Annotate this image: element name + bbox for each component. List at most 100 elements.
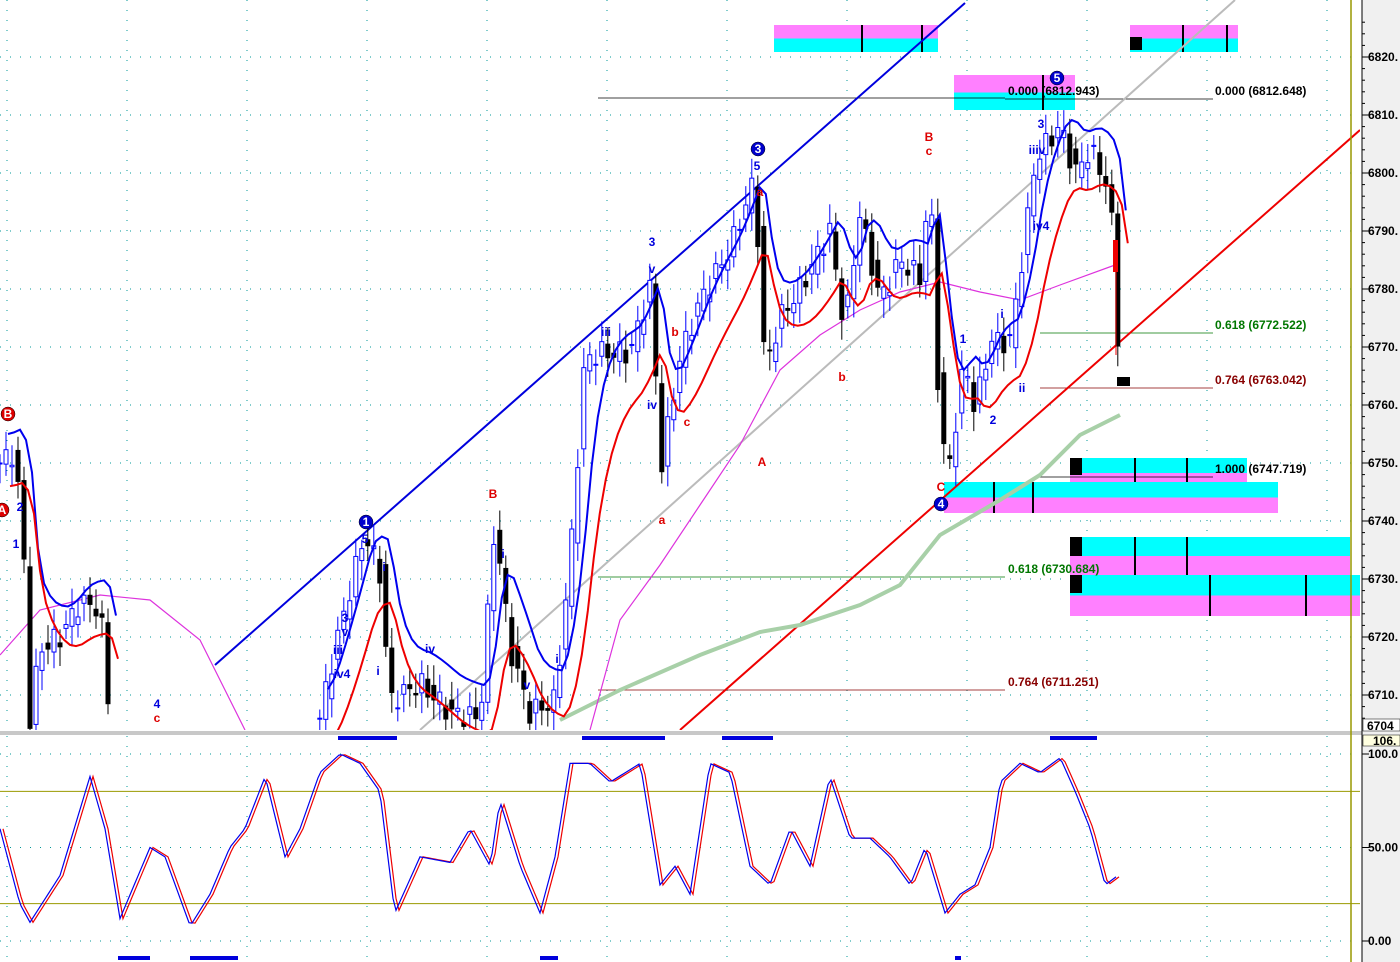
candle xyxy=(743,204,749,220)
candle xyxy=(659,383,665,473)
candle xyxy=(455,707,461,712)
candle xyxy=(347,600,353,620)
candle xyxy=(1055,127,1061,139)
candle xyxy=(1025,207,1031,256)
wave-circle-label: 1 xyxy=(363,515,370,529)
candle xyxy=(599,341,605,357)
candle xyxy=(905,269,911,276)
candle xyxy=(833,231,839,270)
candle xyxy=(0,462,3,465)
axis-tick-label: 0.00 xyxy=(1368,934,1392,948)
zone-marker xyxy=(1070,537,1082,556)
candle xyxy=(533,698,539,714)
candle xyxy=(1085,162,1091,170)
candle xyxy=(449,699,455,710)
candle xyxy=(81,594,87,604)
candle xyxy=(935,218,941,391)
wave-label: a xyxy=(659,513,666,527)
candle xyxy=(99,613,105,618)
wave-label: c xyxy=(926,144,933,158)
candle xyxy=(75,616,81,626)
wave-circle-label: A xyxy=(0,503,7,517)
candle xyxy=(575,467,581,544)
wave-label: c xyxy=(684,415,691,429)
zone-marker xyxy=(1130,37,1142,50)
candle xyxy=(1049,135,1055,147)
candle xyxy=(737,228,743,231)
wave-label: b xyxy=(671,325,678,339)
candle xyxy=(1097,152,1103,175)
wave-label: iiiv xyxy=(1029,143,1046,157)
candle xyxy=(491,543,497,612)
signal-marker xyxy=(1050,736,1097,740)
fib-label: 1.000 (6747.719) xyxy=(1215,462,1306,476)
candle xyxy=(27,566,33,729)
wave-label: 2 xyxy=(990,413,997,427)
candle xyxy=(785,307,791,311)
axis-tick-label: 6760. xyxy=(1368,398,1398,412)
axis-tick-label: 6730. xyxy=(1368,572,1398,586)
candle xyxy=(539,700,545,711)
fib-label: 0.000 (6812.648) xyxy=(1215,84,1306,98)
candle xyxy=(479,701,485,721)
wave-label: i xyxy=(555,652,558,666)
wave-label: iv xyxy=(425,642,435,656)
candle xyxy=(395,707,401,710)
candle xyxy=(797,277,803,304)
wave-label: iii xyxy=(601,325,611,339)
wave-label: B xyxy=(925,130,934,144)
wave-circle-label: B xyxy=(4,407,13,421)
candle xyxy=(39,651,45,671)
candle xyxy=(323,681,329,720)
wave-label: i xyxy=(382,560,385,574)
candle xyxy=(317,717,323,720)
axis-tick-label: 6750. xyxy=(1368,456,1398,470)
wave-label: 3 xyxy=(1038,117,1045,131)
candle xyxy=(377,558,383,584)
candle xyxy=(407,684,413,690)
axis-tick-label: 6710. xyxy=(1368,688,1398,702)
zone-band xyxy=(1070,595,1360,616)
candle xyxy=(1031,174,1037,217)
wave-circle-label: 3 xyxy=(755,142,762,156)
wave-label: 5 xyxy=(754,159,761,173)
candle xyxy=(389,647,395,694)
wave-label: iii xyxy=(333,643,343,657)
candle xyxy=(845,294,851,308)
candle xyxy=(893,259,899,273)
current-price-marker xyxy=(1117,377,1130,386)
candle xyxy=(467,706,473,715)
signal-marker xyxy=(190,956,238,960)
signal-marker xyxy=(955,956,961,960)
price-chart: 0.000 (6812.943) 0.000 (6812.648) 0.618 … xyxy=(0,0,1400,962)
candle xyxy=(899,261,905,269)
candle xyxy=(401,684,407,695)
candle xyxy=(413,692,419,696)
candle xyxy=(767,349,773,352)
zone-band xyxy=(774,25,938,39)
candle xyxy=(1091,144,1097,147)
candle xyxy=(761,225,767,343)
wave-label: 3 xyxy=(649,235,656,249)
candle xyxy=(851,265,857,300)
candle xyxy=(473,707,479,720)
wave-label: B xyxy=(489,487,498,501)
wave-label: v xyxy=(342,625,349,639)
candle xyxy=(923,220,929,282)
price-bottom-readout: 6704 xyxy=(1367,719,1394,733)
wave-label: b xyxy=(838,370,845,384)
candle xyxy=(917,263,923,286)
candle xyxy=(869,231,875,276)
candle xyxy=(563,599,569,650)
candle xyxy=(581,367,587,450)
signal-marker xyxy=(582,736,665,740)
zone-band xyxy=(774,38,938,52)
wave-label: A xyxy=(758,455,767,469)
candle xyxy=(69,608,75,627)
candle xyxy=(87,594,93,605)
candle xyxy=(983,368,989,381)
candle xyxy=(647,279,653,303)
candle xyxy=(509,617,515,667)
candle xyxy=(713,263,719,279)
candle xyxy=(485,603,491,703)
